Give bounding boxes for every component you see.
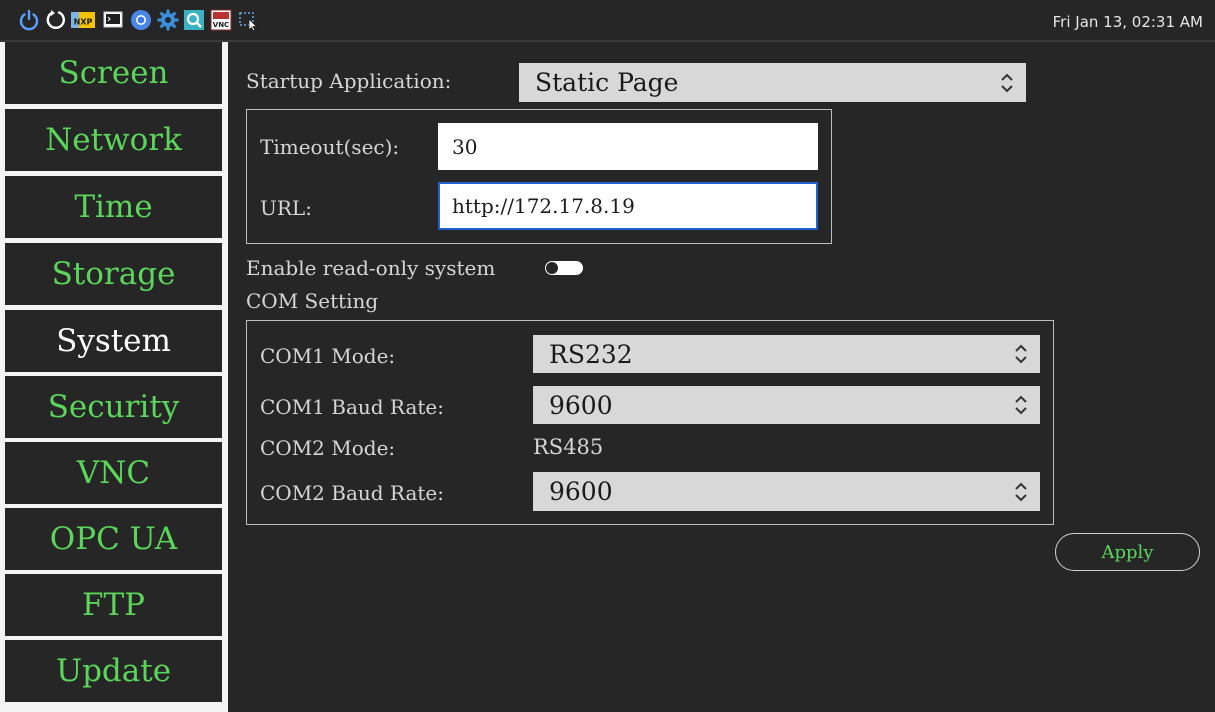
terminal-icon[interactable] — [102, 9, 124, 31]
nxp-label: NXP — [74, 18, 93, 27]
timeout-value: 30 — [452, 134, 478, 159]
chevron-updown-icon — [1015, 482, 1027, 501]
sidebar-item-opc-ua[interactable]: OPC UA — [5, 508, 222, 570]
sidebar-item-time[interactable]: Time — [5, 176, 222, 238]
system-settings-panel: Startup Application: Static Page Timeout… — [228, 42, 1215, 712]
vnc-label: VNC — [213, 21, 229, 29]
tightvnc-icon[interactable]: VNC — [210, 9, 232, 31]
timeout-label: Timeout(sec): — [260, 135, 400, 159]
sidebar-item-vnc[interactable]: VNC — [5, 442, 222, 504]
restart-icon[interactable] — [45, 9, 67, 31]
com2-baud-rate-label: COM2 Baud Rate: — [260, 481, 444, 505]
settings-gear-icon[interactable] — [157, 9, 179, 31]
sidebar-item-screen[interactable]: Screen — [5, 42, 222, 104]
chevron-updown-icon — [1015, 395, 1027, 415]
power-icon[interactable] — [18, 9, 40, 31]
sidebar-item-system[interactable]: System — [5, 310, 222, 372]
taskbar: NXP VNC Fri Jan 13, 02:31 AM — [0, 0, 1215, 42]
com1-mode-select[interactable]: RS232 — [533, 335, 1040, 373]
sidebar-item-network[interactable]: Network — [5, 109, 222, 171]
com2-baud-rate-value: 9600 — [549, 477, 613, 506]
com2-mode-value: RS485 — [533, 435, 604, 459]
search-icon[interactable] — [183, 9, 205, 31]
chromium-icon[interactable] — [130, 9, 152, 31]
timeout-input[interactable]: 30 — [438, 123, 818, 170]
com1-baud-rate-label: COM1 Baud Rate: — [260, 395, 444, 419]
com1-baud-rate-value: 9600 — [549, 390, 613, 420]
toggle-knob — [546, 262, 558, 274]
chevron-updown-icon — [1015, 344, 1027, 364]
apply-button[interactable]: Apply — [1055, 533, 1200, 571]
com2-baud-rate-select[interactable]: 9600 — [533, 472, 1040, 511]
nxp-icon[interactable]: NXP — [71, 9, 95, 31]
url-label: URL: — [260, 196, 312, 220]
clock: Fri Jan 13, 02:31 AM — [1052, 13, 1203, 31]
com1-baud-rate-select[interactable]: 9600 — [533, 386, 1040, 424]
startup-application-label: Startup Application: — [246, 69, 452, 93]
sidebar-item-update[interactable]: Update — [5, 640, 222, 702]
url-value: http://172.17.8.19 — [452, 194, 635, 218]
sidebar-item-storage[interactable]: Storage — [5, 243, 222, 305]
startup-application-select[interactable]: Static Page — [519, 63, 1026, 102]
com1-mode-value: RS232 — [549, 339, 633, 369]
screenshot-selection-icon[interactable] — [237, 9, 259, 31]
com2-mode-label: COM2 Mode: — [260, 436, 396, 460]
com-setting-heading: COM Setting — [246, 289, 379, 313]
url-input[interactable]: http://172.17.8.19 — [438, 182, 818, 230]
readonly-system-toggle[interactable] — [545, 261, 583, 275]
sidebar: Screen Network Time Storage System Secur… — [0, 42, 228, 712]
com1-mode-label: COM1 Mode: — [260, 344, 396, 368]
sidebar-item-security[interactable]: Security — [5, 376, 222, 438]
startup-application-value: Static Page — [535, 68, 679, 97]
chevron-updown-icon — [1001, 73, 1013, 92]
readonly-system-label: Enable read-only system — [246, 256, 496, 280]
sidebar-item-ftp[interactable]: FTP — [5, 574, 222, 636]
